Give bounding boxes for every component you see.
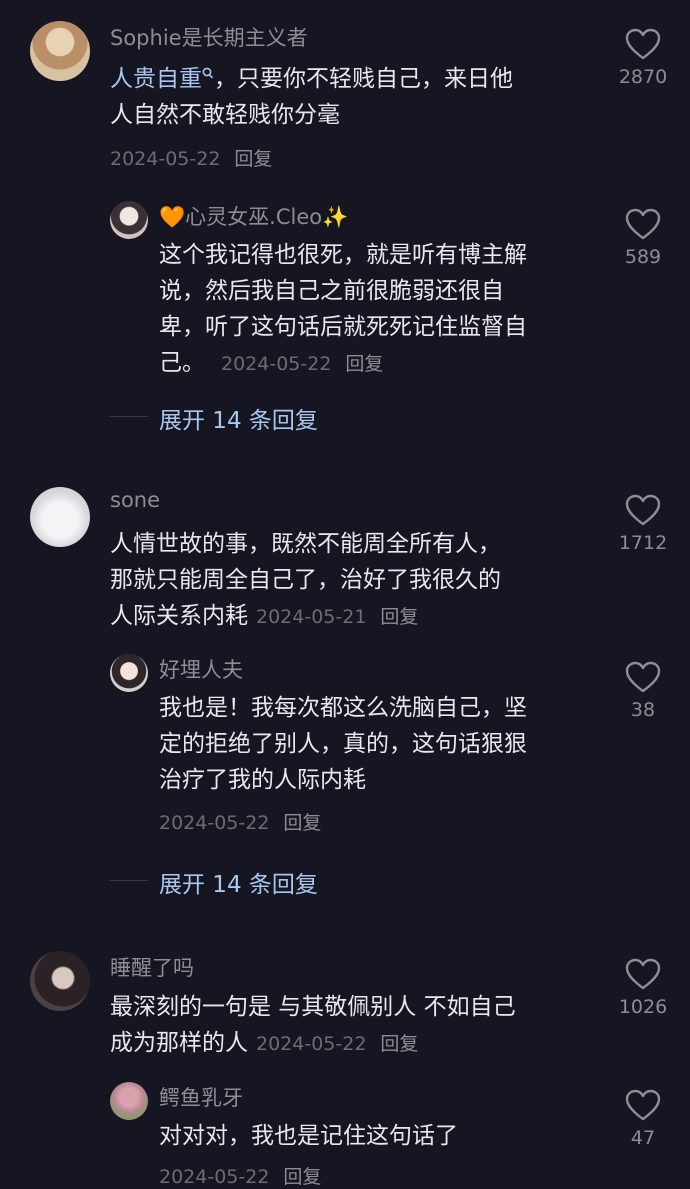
reply-username[interactable]: 好埋人夫	[159, 654, 243, 684]
like-count: 1712	[618, 532, 668, 554]
avatar[interactable]	[110, 654, 148, 692]
avatar[interactable]	[30, 21, 90, 81]
heart-icon	[625, 1089, 661, 1121]
search-icon	[202, 67, 214, 79]
comment-text: 最深刻的一句是 与其敬佩别人 不如自己 成为那样的人 2024-05-22 回复	[110, 994, 516, 1056]
reply-button[interactable]: 回复	[380, 606, 418, 628]
comment-username[interactable]: sone	[110, 488, 160, 512]
avatar[interactable]	[30, 487, 90, 547]
avatar[interactable]	[30, 951, 90, 1011]
heart-icon	[625, 661, 661, 693]
like-count: 47	[630, 1127, 656, 1149]
like-count: 2870	[618, 66, 668, 88]
reply-button[interactable]: 回复	[234, 148, 272, 170]
comment-text: 人贵自重 ，只要你不轻贱自己，来日他 人自然不敢轻贱你分毫	[110, 66, 513, 128]
reply-text: 我也是！我每次都这么洗脑自己，坚 定的拒绝了别人，真的，这句话狠狠 治疗了我的人…	[159, 695, 527, 793]
like-button[interactable]: 1712	[608, 494, 678, 554]
reply-button[interactable]: 回复	[345, 353, 383, 375]
reply-date: 2024-05-22	[159, 812, 270, 834]
reply-button[interactable]: 回复	[283, 812, 321, 834]
comment-date: 2024-05-22	[256, 1033, 367, 1055]
avatar[interactable]	[110, 201, 148, 239]
reply-button[interactable]: 回复	[380, 1033, 418, 1055]
heart-icon	[625, 28, 661, 60]
like-button[interactable]: 2870	[608, 28, 678, 88]
like-count: 589	[624, 246, 662, 268]
reply-date: 2024-05-22	[221, 353, 332, 375]
like-count: 1026	[618, 996, 668, 1018]
comment-username[interactable]: Sophie是长期主义者	[110, 22, 308, 52]
comment-username[interactable]: 睡醒了吗	[110, 952, 194, 982]
reply-username[interactable]: 鳄鱼乳牙	[159, 1082, 243, 1112]
like-button[interactable]: 1026	[608, 958, 678, 1018]
heart-icon	[625, 958, 661, 990]
comment-date: 2024-05-22	[110, 148, 221, 170]
reply-text: 对对对，我也是记住这句话了	[159, 1123, 458, 1149]
expand-replies-button[interactable]: 展开 14 条回复	[159, 865, 318, 899]
divider	[110, 416, 148, 417]
heart-icon	[625, 494, 661, 526]
like-button[interactable]: 38	[608, 661, 678, 721]
comment-meta: 2024-05-22 回复	[110, 144, 272, 171]
like-button[interactable]: 47	[608, 1089, 678, 1149]
reply-text: 这个我记得也很死，就是听有博主解 说，然后我自己之前很脆弱还很自 卑，听了这句话…	[159, 242, 527, 376]
heart-icon	[625, 208, 661, 240]
like-button[interactable]: 589	[608, 208, 678, 268]
reply-meta: 2024-05-22 回复	[159, 808, 321, 835]
divider	[110, 880, 148, 881]
reply-username[interactable]: 🧡心灵女巫.Cleo✨	[159, 201, 348, 231]
keyword-link[interactable]: 人贵自重	[110, 66, 214, 92]
expand-replies-button[interactable]: 展开 14 条回复	[159, 401, 318, 435]
comment-date: 2024-05-21	[256, 606, 367, 628]
comment-text: 人情世故的事，既然不能周全所有人， 那就只能周全自己了，治好了我很久的 人际关系…	[110, 531, 501, 629]
avatar[interactable]	[110, 1082, 148, 1120]
like-count: 38	[630, 699, 656, 721]
